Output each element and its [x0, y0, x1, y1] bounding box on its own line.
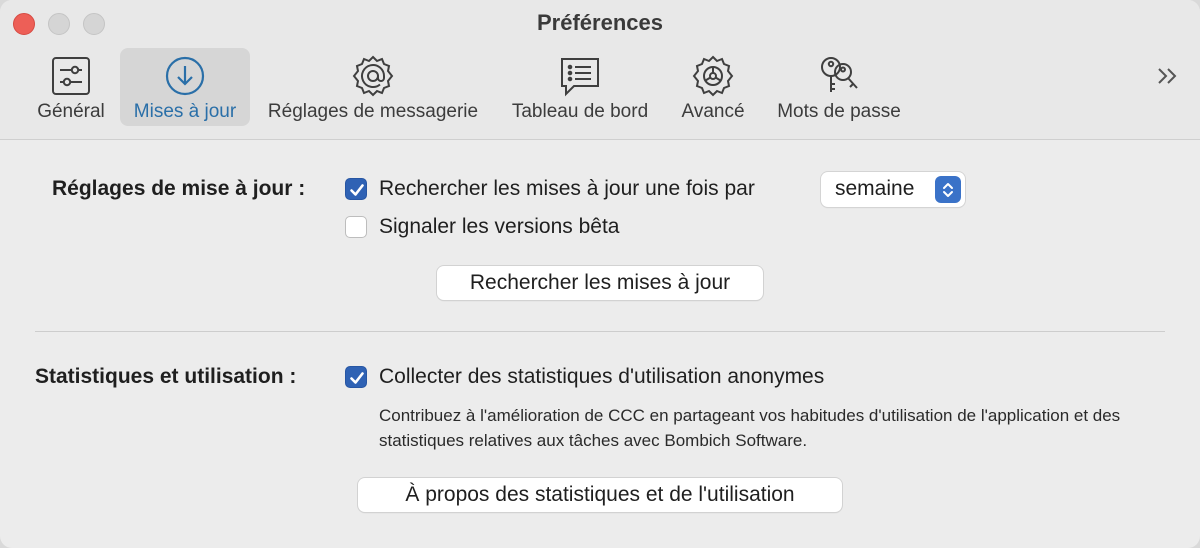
tab-mail-settings[interactable]: Réglages de messagerie: [258, 48, 488, 126]
preferences-window: Préférences Général Mises à jour Réglage…: [0, 0, 1200, 548]
updown-arrows-icon: [935, 176, 961, 203]
download-circle-icon: [163, 54, 207, 98]
toolbar-overflow-button[interactable]: [1150, 58, 1186, 94]
tab-updates-label: Mises à jour: [133, 101, 237, 122]
update-settings-label: Réglages de mise à jour :: [52, 177, 306, 200]
chevron-double-right-icon: [1158, 68, 1177, 84]
tab-passwords[interactable]: Mots de passe: [768, 48, 910, 126]
tab-passwords-label: Mots de passe: [777, 101, 901, 122]
sliders-icon: [49, 54, 93, 98]
list-bubble-icon: [558, 54, 602, 98]
at-gear-icon: [351, 54, 395, 98]
tab-advanced-label: Avancé: [681, 101, 745, 122]
collect-stats-label: Collecter des statistiques d'utilisation…: [379, 365, 825, 388]
tab-dashboard[interactable]: Tableau de bord: [502, 48, 658, 126]
section-divider: [35, 331, 1165, 332]
beta-versions-label: Signaler les versions bêta: [379, 215, 620, 238]
window-title: Préférences: [537, 10, 663, 35]
stats-description: Contribuez à l'amélioration de CCC en pa…: [379, 406, 1121, 450]
tab-advanced[interactable]: Avancé: [672, 48, 754, 126]
tab-general[interactable]: Général: [30, 48, 112, 126]
updates-pane: Réglages de mise à jour : Rechercher les…: [0, 140, 1200, 548]
frequency-select[interactable]: semaine: [821, 172, 965, 207]
about-statistics-button[interactable]: À propos des statistiques et de l'utilis…: [358, 478, 842, 512]
checkmark-icon: [350, 372, 364, 384]
collect-stats-checkbox[interactable]: [345, 366, 367, 388]
frequency-value: semaine: [835, 177, 915, 200]
keys-icon: [817, 54, 861, 98]
beta-versions-checkbox[interactable]: [345, 216, 367, 238]
tab-mail-settings-label: Réglages de messagerie: [267, 101, 479, 122]
gear-icon: [691, 54, 735, 98]
tab-dashboard-label: Tableau de bord: [511, 101, 649, 122]
statistics-label: Statistiques et utilisation :: [35, 365, 297, 388]
toolbar: Préférences Général Mises à jour Réglage…: [0, 0, 1200, 140]
tab-general-label: Général: [37, 101, 105, 122]
checkmark-icon: [350, 184, 364, 196]
check-updates-now-button[interactable]: Rechercher les mises à jour: [437, 266, 763, 300]
check-updates-checkbox[interactable]: [345, 178, 367, 200]
check-updates-label: Rechercher les mises à jour une fois par: [379, 177, 755, 200]
tab-updates[interactable]: Mises à jour: [120, 48, 250, 126]
